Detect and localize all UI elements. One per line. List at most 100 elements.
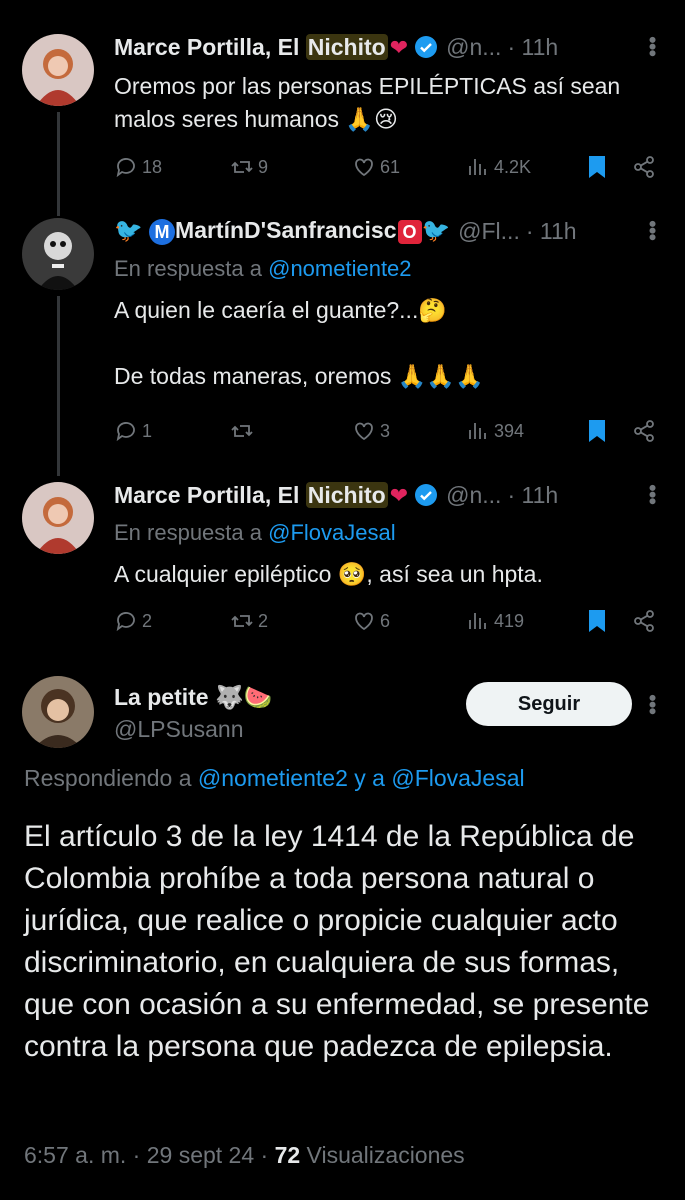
display-name[interactable]: Marce Portilla, El Nichito ❤ — [114, 481, 409, 509]
like-button[interactable]: 6 — [352, 609, 390, 633]
tweet-header: Marce Portilla, El Nichito ❤ @n... · 11h — [114, 478, 665, 512]
replying-mention-link[interactable]: @nometiente2 — [198, 765, 348, 791]
share-button[interactable] — [632, 609, 656, 633]
reply-count: 1 — [142, 420, 153, 441]
heart-emoji: ❤ — [389, 34, 409, 60]
reply-icon — [116, 158, 135, 178]
more-icon[interactable]: ••• — [639, 220, 665, 240]
highlighted-name: Nichito — [305, 33, 388, 60]
timestamp[interactable]: · 11h — [507, 482, 558, 509]
retweet-icon — [231, 425, 253, 437]
display-name[interactable]: La petite 🐺🍉 — [114, 684, 272, 711]
reply-mention-link[interactable]: @FlovaJesal — [268, 520, 396, 545]
reply-button[interactable]: 2 — [114, 609, 152, 633]
views-button[interactable]: 4.2K — [466, 155, 531, 179]
display-name[interactable]: Marce Portilla, El Nichito ❤ — [114, 33, 409, 61]
share-icon — [634, 156, 654, 178]
reply-icon — [116, 612, 135, 632]
main-tweet-text: El artículo 3 de la ley 1414 de la Repúb… — [24, 820, 650, 1063]
share-icon — [634, 420, 654, 442]
handle[interactable]: @n... — [446, 34, 501, 61]
reply-button[interactable]: 18 — [114, 155, 162, 179]
avatar[interactable] — [22, 482, 94, 554]
like-count: 61 — [380, 156, 401, 177]
display-name[interactable]: 🐦 M MartínD'Sanfrancisc O 🐦 — [114, 217, 450, 245]
tweet-text-line: A quien le caería el guante?...🤔 — [114, 297, 447, 323]
bookmark-icon — [589, 420, 605, 442]
action-bar: 1 3 394 — [114, 414, 665, 448]
bookmark-button[interactable] — [586, 154, 608, 180]
m-badge-icon: M — [149, 218, 176, 245]
views-button[interactable]: 419 — [466, 609, 524, 633]
verified-icon — [415, 36, 438, 58]
share-icon — [634, 610, 654, 632]
views-button[interactable]: 394 — [466, 419, 524, 443]
action-bar: 18 9 61 4.2K — [114, 150, 665, 184]
handle[interactable]: @n... — [446, 482, 501, 509]
like-button[interactable]: 3 — [352, 419, 390, 443]
views-label: Visualizaciones — [300, 1142, 465, 1168]
reply-mention-link[interactable]: @nometiente2 — [268, 256, 411, 281]
retweet-count: 9 — [258, 156, 269, 177]
bookmark-button[interactable] — [586, 608, 608, 634]
views-count: 72 — [274, 1142, 301, 1168]
timestamp[interactable]: · 11h — [526, 218, 577, 245]
replying-mention-link[interactable]: @FlovaJesal — [391, 765, 524, 791]
tweet-text: A cualquier epiléptico 🥺, así sea un hpt… — [114, 561, 543, 587]
share-button[interactable] — [632, 155, 656, 179]
reply-context: En respuesta a @nometiente2 — [114, 256, 412, 281]
reply-icon — [116, 422, 135, 442]
heart-icon — [355, 158, 373, 177]
more-icon[interactable]: ••• — [639, 484, 665, 504]
tweet-3[interactable]: Marce Portilla, El Nichito ❤ @n... · 11h … — [0, 470, 685, 660]
reply-button[interactable]: 1 — [114, 419, 152, 443]
verified-icon — [415, 484, 438, 506]
more-icon[interactable]: ••• — [639, 36, 665, 56]
views-icon — [469, 613, 486, 629]
retweet-icon — [231, 615, 253, 627]
tweet-text: Oremos por las personas EPILÉPTICAS así … — [114, 73, 621, 132]
views-count: 419 — [494, 610, 525, 631]
tweet-text-line: De todas maneras, oremos 🙏🙏🙏 — [114, 363, 484, 389]
views-count: 394 — [494, 420, 525, 441]
tweet-header: 🐦 M MartínD'Sanfrancisc O 🐦 @Fl... · 11h — [114, 214, 665, 248]
like-count: 6 — [380, 610, 391, 631]
avatar[interactable] — [22, 676, 94, 748]
retweet-button[interactable] — [230, 419, 258, 443]
handle[interactable]: @LPSusann — [114, 716, 244, 743]
bookmark-button[interactable] — [586, 418, 608, 444]
reply-count: 2 — [142, 610, 153, 631]
views-count: 4.2K — [494, 156, 532, 177]
main-timestamp[interactable]: 6:57 a. m. · 29 sept 24 · — [24, 1142, 275, 1168]
bookmark-icon — [589, 156, 605, 178]
replying-context: Respondiendo a @nometiente2 y a @FlovaJe… — [24, 765, 525, 791]
like-count: 3 — [380, 420, 391, 441]
share-button[interactable] — [632, 419, 656, 443]
tweet-2[interactable]: 🐦 M MartínD'Sanfrancisc O 🐦 @Fl... · 11h ••… — [0, 200, 685, 470]
o-badge-icon: O — [397, 219, 422, 244]
action-bar: 2 2 6 419 — [114, 604, 665, 638]
timestamp[interactable]: · 11h — [507, 34, 558, 61]
views-icon — [469, 423, 486, 439]
bookmark-icon — [589, 610, 605, 632]
heart-emoji: ❤ — [389, 482, 409, 508]
tweet-header: Marce Portilla, El Nichito ❤ @n... · 11h — [114, 30, 665, 64]
retweet-button[interactable]: 2 — [230, 609, 268, 633]
like-button[interactable]: 61 — [352, 155, 400, 179]
reply-count: 18 — [142, 156, 163, 177]
heart-icon — [355, 422, 373, 441]
reply-context: En respuesta a @FlovaJesal — [114, 520, 396, 545]
tweet-text: A quien le caería el guante?...🤔 De toda… — [114, 294, 661, 393]
follow-button[interactable]: Seguir — [466, 682, 632, 726]
retweet-count: 2 — [258, 610, 269, 631]
retweet-button[interactable]: 9 — [230, 155, 268, 179]
more-icon[interactable]: ••• — [639, 694, 665, 714]
highlighted-name: Nichito — [305, 481, 388, 508]
avatar[interactable] — [22, 218, 94, 290]
views-icon — [469, 159, 486, 175]
handle[interactable]: @Fl... — [458, 218, 520, 245]
avatar[interactable] — [22, 34, 94, 106]
tweet-meta: 6:57 a. m. · 29 sept 24 · 72 Visualizaci… — [24, 1142, 465, 1169]
tweet-1[interactable]: Marce Portilla, El Nichito ❤ @n... · 11h … — [0, 0, 685, 200]
retweet-icon — [231, 161, 253, 173]
